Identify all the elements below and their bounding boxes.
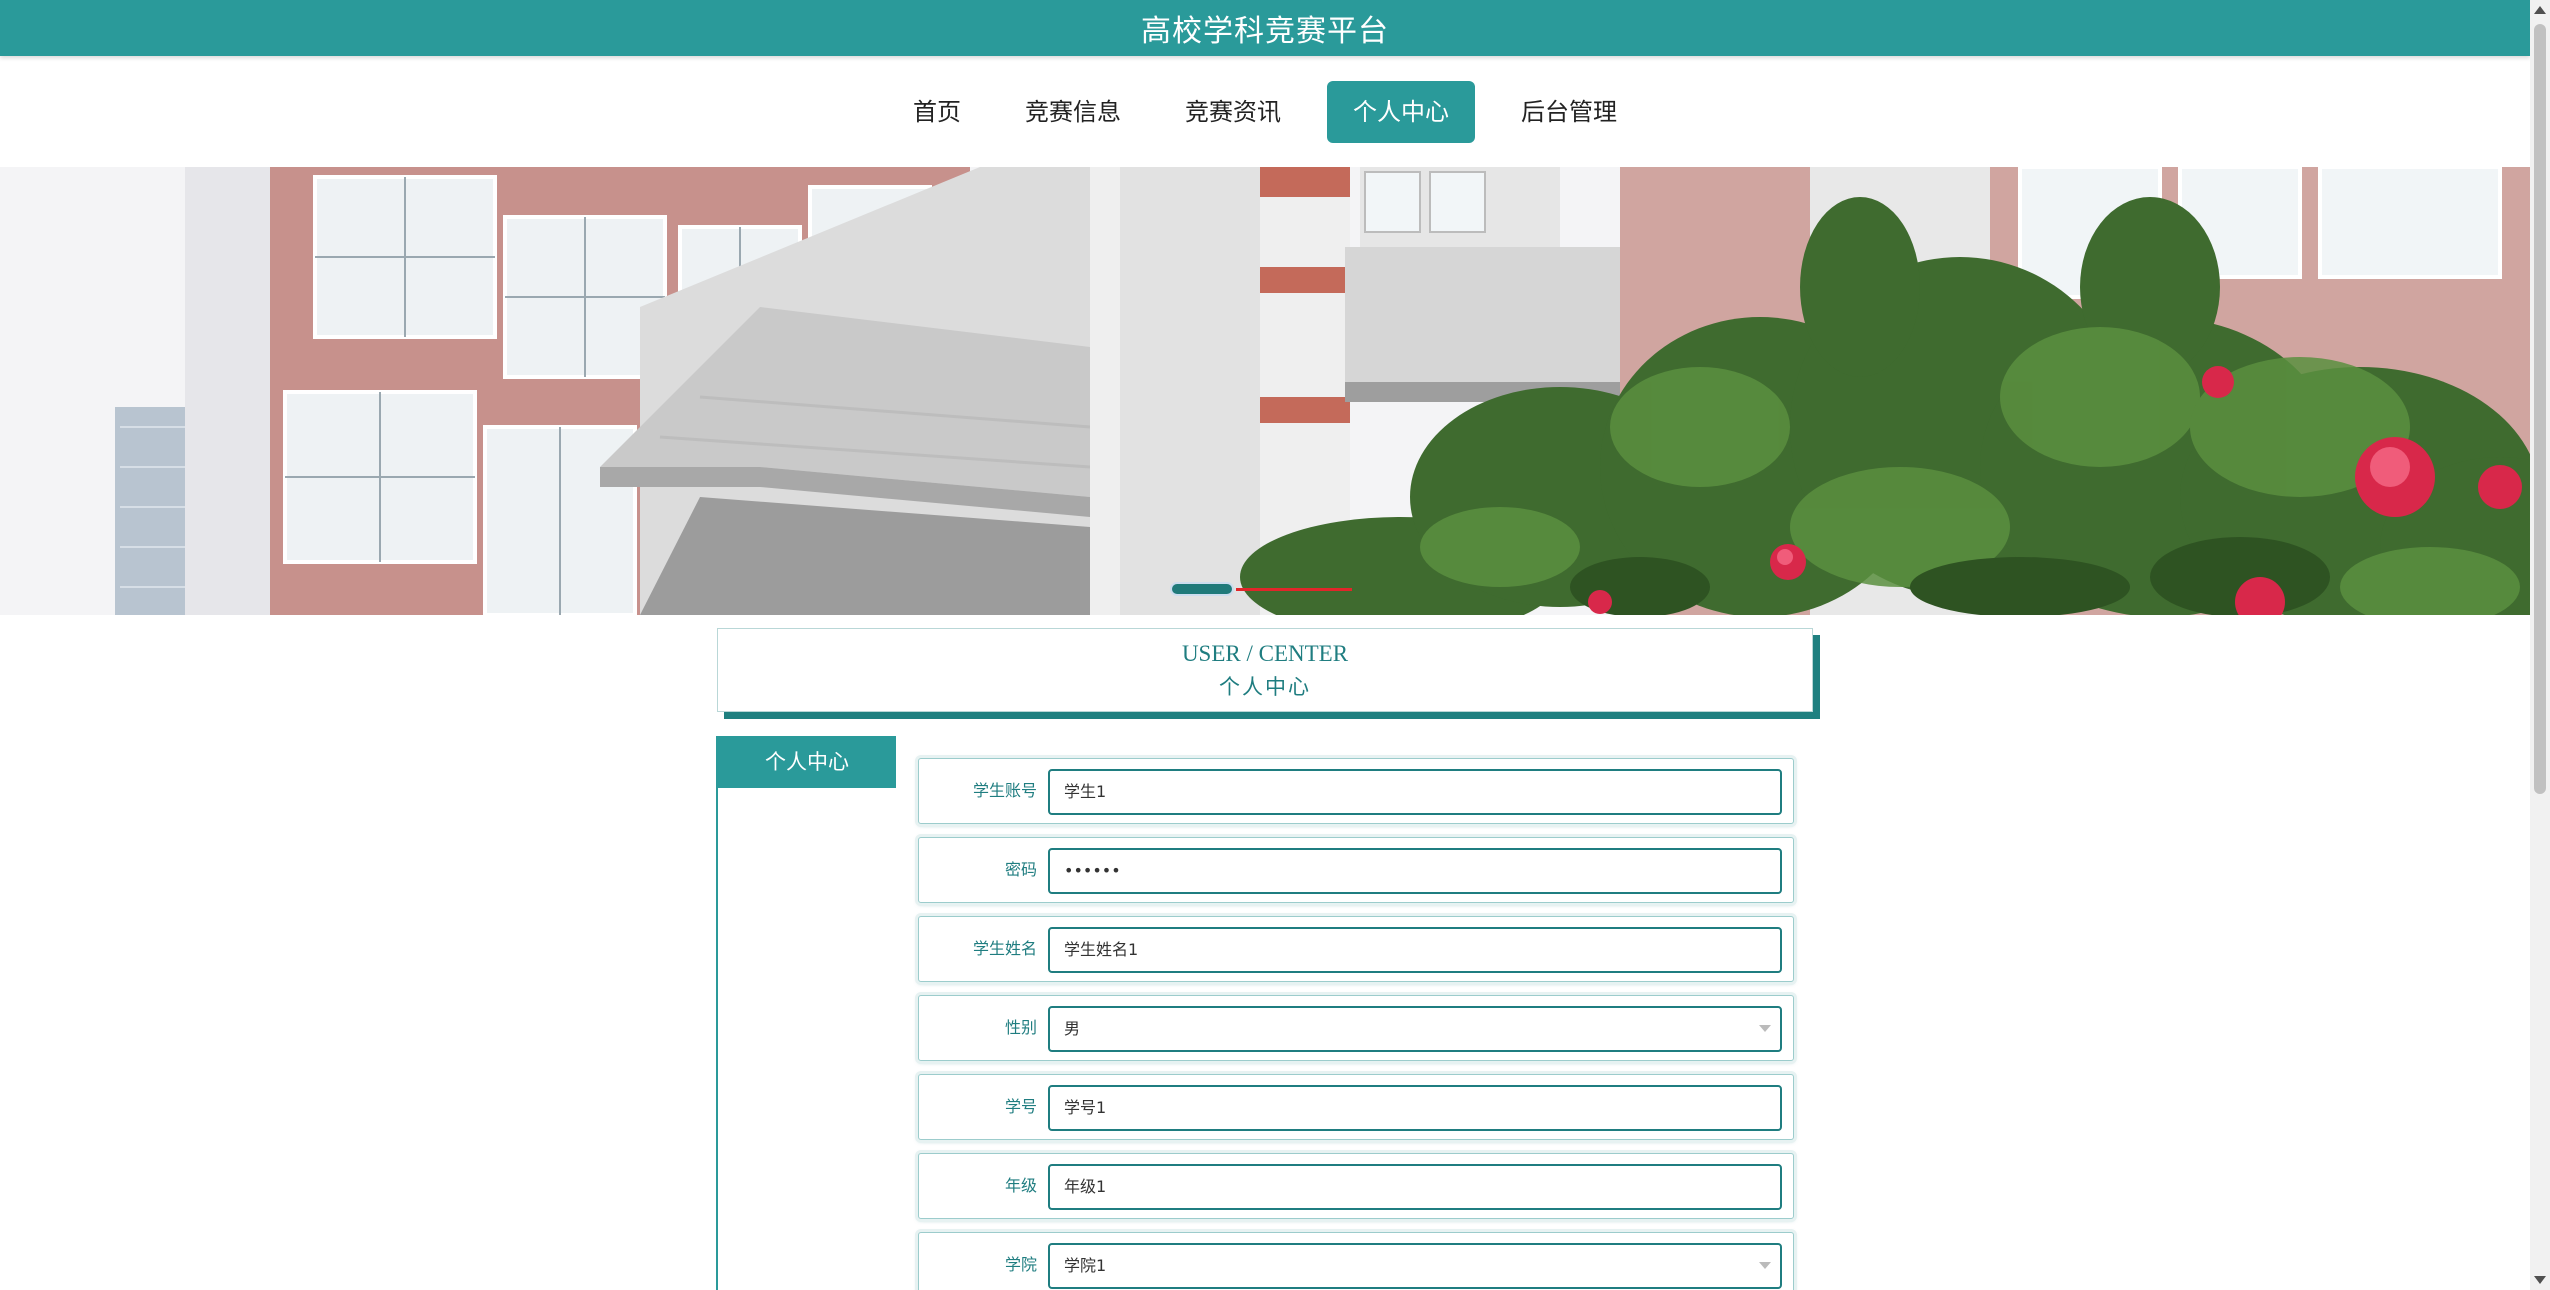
field-label: 年级 [1004, 1176, 1037, 1195]
gender-select[interactable]: 男 [1048, 1006, 1782, 1052]
grade-input[interactable]: 年级1 [1048, 1164, 1782, 1210]
sidebar: 个人中心 [716, 736, 896, 1290]
account-input[interactable]: 学生1 [1048, 769, 1782, 815]
nav-item-user-center[interactable]: 个人中心 [1327, 81, 1475, 143]
nav-item-competition-info[interactable]: 竞赛信息 [995, 81, 1151, 143]
carousel-indicator[interactable] [1236, 588, 1352, 591]
scroll-up-icon[interactable] [2534, 6, 2546, 14]
field-label: 密码 [1004, 860, 1037, 879]
name-input[interactable]: 学生姓名1 [1048, 927, 1782, 973]
field-label: 学生账号 [972, 781, 1037, 800]
form-row-student-id: 学号 学号1 [918, 1074, 1794, 1140]
password-input[interactable]: •••••• [1048, 848, 1782, 894]
form-row-account: 学生账号 学生1 [918, 758, 1794, 824]
form-row-password: 密码 •••••• [918, 837, 1794, 903]
field-label: 性别 [1004, 1018, 1037, 1037]
section-heading: USER / CENTER 个人中心 [717, 628, 1813, 712]
profile-form: 学生账号 学生1 密码 •••••• 学生姓名 学生姓名1 性别 男 学号 学号… [918, 758, 1794, 1290]
form-row-name: 学生姓名 学生姓名1 [918, 916, 1794, 982]
banner-carousel [0, 167, 2530, 615]
form-row-college: 学院 学院1 [918, 1232, 1794, 1290]
section-title-cn: 个人中心 [1219, 675, 1311, 699]
site-title: 高校学科竞赛平台 [1141, 14, 1389, 49]
college-select[interactable]: 学院1 [1048, 1243, 1782, 1289]
main-nav: 首页 竞赛信息 竞赛资讯 个人中心 后台管理 [0, 56, 2530, 168]
carousel-indicator-active[interactable] [1170, 582, 1234, 596]
section-title-en: USER / CENTER [1181, 641, 1349, 666]
chevron-down-icon[interactable] [1759, 1262, 1771, 1269]
nav-item-home[interactable]: 首页 [883, 81, 991, 143]
title-bar: 高校学科竞赛平台 [0, 0, 2530, 56]
field-label: 学号 [1004, 1097, 1037, 1116]
page: 高校学科竞赛平台 首页 竞赛信息 竞赛资讯 个人中心 后台管理 USER / C… [0, 0, 2550, 1290]
student-id-input[interactable]: 学号1 [1048, 1085, 1782, 1131]
form-row-grade: 年级 年级1 [918, 1153, 1794, 1219]
nav-item-competition-news[interactable]: 竞赛资讯 [1155, 81, 1311, 143]
field-label: 学院 [1004, 1255, 1037, 1274]
sidebar-item-user-center[interactable]: 个人中心 [718, 736, 896, 788]
chevron-down-icon[interactable] [1759, 1025, 1771, 1032]
field-label: 学生姓名 [972, 939, 1037, 958]
banner-image [0, 167, 2530, 615]
nav-item-admin[interactable]: 后台管理 [1491, 81, 1647, 143]
page-scrollbar[interactable] [2530, 0, 2550, 1290]
form-row-gender: 性别 男 [918, 995, 1794, 1061]
scroll-down-icon[interactable] [2534, 1276, 2546, 1284]
scrollbar-thumb[interactable] [2534, 24, 2546, 794]
